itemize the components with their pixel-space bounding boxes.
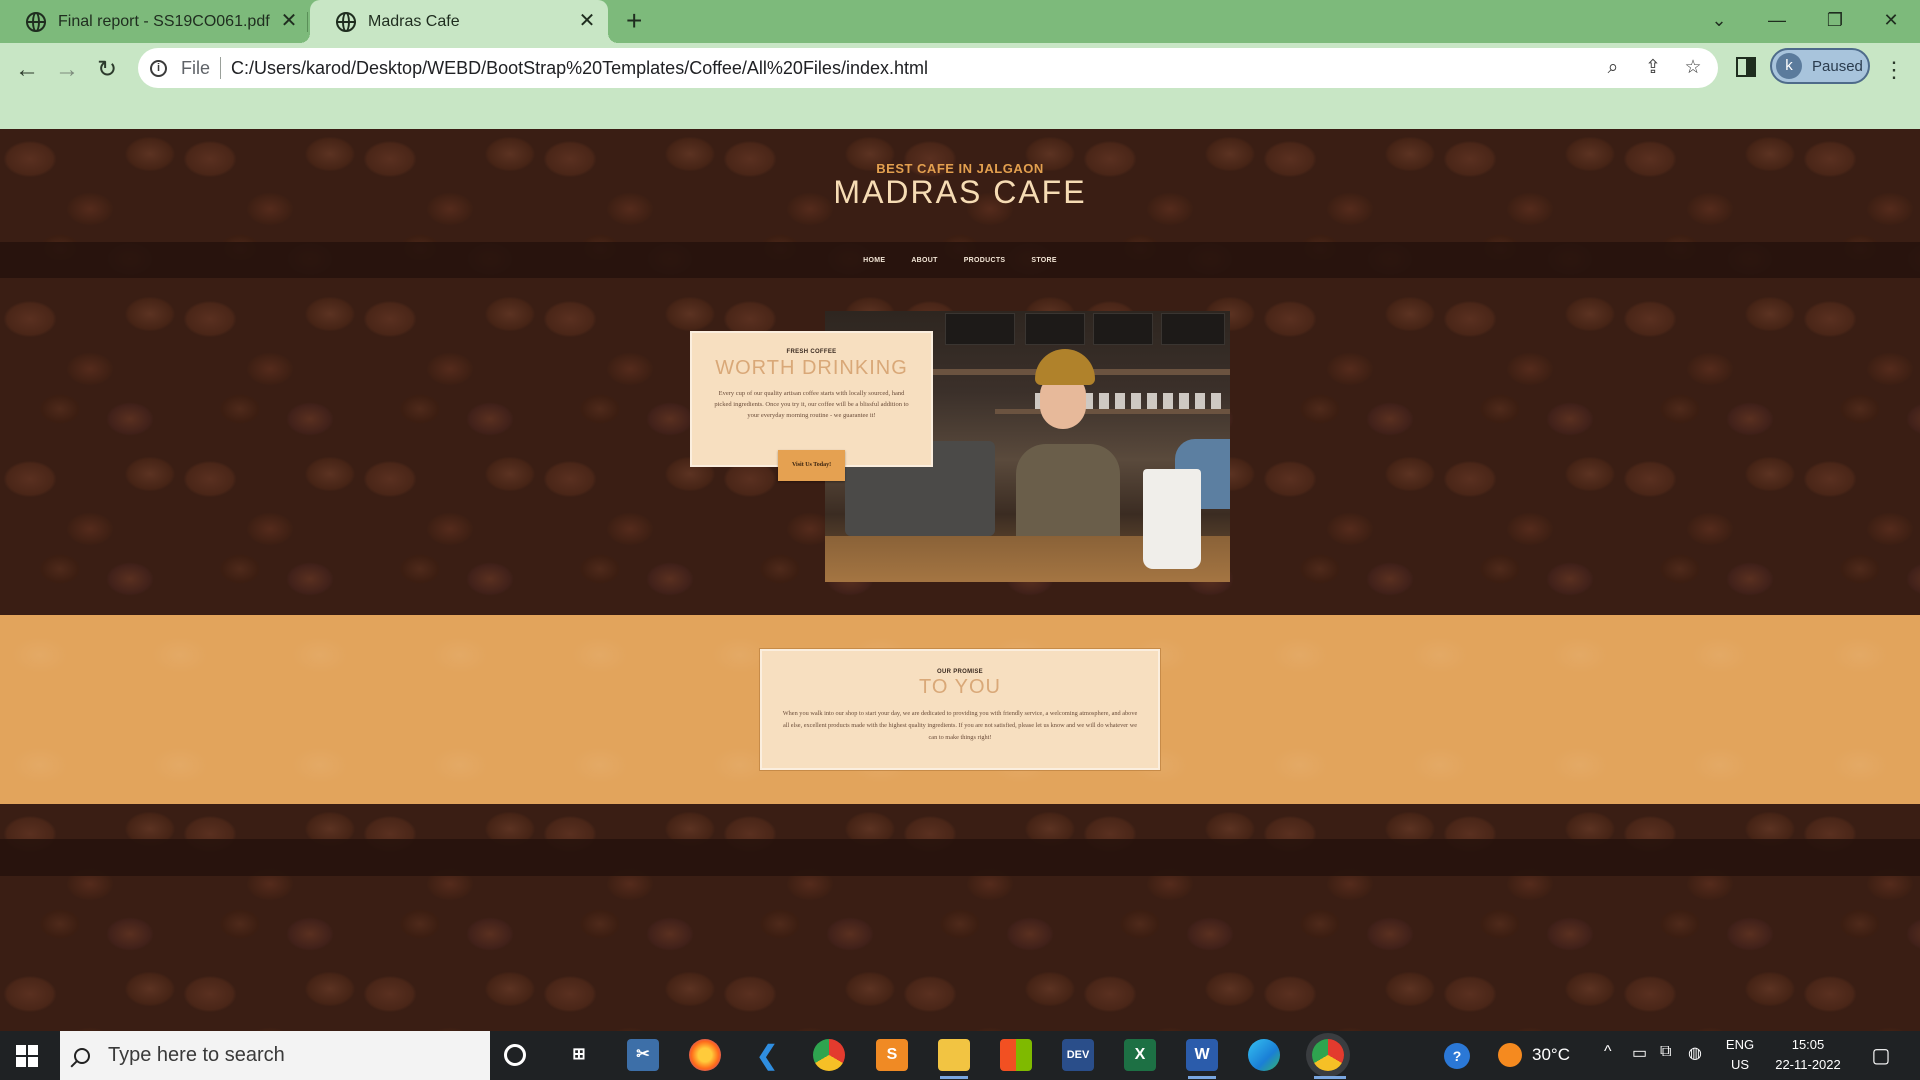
nav-store-link[interactable]: STORE [1031,257,1057,264]
promise-card: OUR PROMISE TO YOU When you walk into ou… [760,649,1160,770]
search-placeholder: Type here to search [108,1044,285,1066]
display-icon[interactable]: ⧉ [1660,1043,1671,1061]
globe-icon [26,11,46,32]
firefox-icon[interactable] [689,1039,721,1071]
tab-title: Final report - SS19CO061.pdf [58,12,270,30]
promise-body: When you walk into our shop to start you… [782,710,1138,741]
task-view-icon[interactable]: ⊞ [563,1039,595,1071]
menu-board [1093,313,1153,345]
word-icon[interactable]: W [1186,1039,1218,1071]
intro-body: Every cup of our quality artisan coffee … [714,390,909,419]
weather-sun-icon[interactable] [1498,1043,1522,1067]
main-nav: HOME ABOUT PRODUCTS STORE [0,242,1920,278]
language-bottom[interactable]: US [1720,1057,1760,1072]
tab-search-chevron-icon[interactable]: ⌄ [1690,0,1748,43]
tab-separator [307,12,308,32]
tab-strip: Final report - SS19CO061.pdf ✕ Madras Ca… [0,0,1920,43]
sublime-icon[interactable]: S [876,1039,908,1071]
edge-icon[interactable] [1248,1039,1280,1071]
close-tab-icon[interactable]: ✕ [578,11,596,31]
promise-heading: TO YOU [919,676,1001,698]
profile-button[interactable]: k Paused [1770,48,1870,84]
sweater [1016,444,1120,544]
network-globe-icon[interactable]: ◍ [1688,1043,1702,1063]
excel-icon[interactable]: X [1124,1039,1156,1071]
menu-board [1025,313,1085,345]
forward-arrow-icon[interactable]: → [49,52,85,88]
browser-menu-icon[interactable]: ⋮ [1882,52,1906,88]
minimize-button[interactable]: — [1748,0,1806,43]
snipping-tool-icon[interactable]: ✂ [627,1039,659,1071]
tab-final-report[interactable]: Final report - SS19CO061.pdf ✕ [0,0,310,43]
language-top[interactable]: ENG [1720,1037,1760,1052]
restore-button[interactable]: ❐ [1806,0,1864,43]
address-url[interactable]: C:/Users/karod/Desktop/WEBD/BootStrap%20… [231,58,928,79]
footer-band [0,839,1920,876]
nav-home-link[interactable]: HOME [863,257,885,264]
address-divider [220,57,222,79]
barista-figure [1010,349,1130,544]
file-explorer-icon[interactable] [938,1039,970,1071]
taskbar-search-box[interactable]: Type here to search [60,1031,490,1080]
bookmark-star-icon[interactable]: ☆ [1681,56,1705,80]
menu-board [1161,313,1225,345]
zoom-icon[interactable]: ⌕ [1601,56,1625,80]
nav-products-link[interactable]: PRODUCTS [964,257,1006,264]
cortana-icon[interactable] [504,1044,526,1066]
clock-time[interactable]: 15:05 [1768,1037,1848,1052]
chrome-profile-icon[interactable] [1312,1039,1344,1071]
close-tab-icon[interactable]: ✕ [280,11,298,31]
store-icon[interactable] [1000,1039,1032,1071]
windows-taskbar: Type here to search ⊞ ✂ ❮ S DEV X W ? 30… [0,1031,1920,1080]
visit-us-button[interactable]: Visit Us Today! [778,450,845,481]
active-indicator [940,1076,968,1079]
battery-icon[interactable]: ▭ [1632,1043,1647,1063]
promise-section: OUR PROMISE TO YOU When you walk into ou… [0,615,1920,804]
globe-icon [336,11,356,32]
site-info-icon[interactable]: i [150,59,167,77]
chrome-icon[interactable] [813,1039,845,1071]
address-bar[interactable]: i File C:/Users/karod/Desktop/WEBD/BootS… [138,48,1718,88]
back-arrow-icon[interactable]: ← [9,52,45,88]
nav-about-link[interactable]: ABOUT [911,257,937,264]
windows-start-icon[interactable] [16,1045,38,1067]
vscode-icon[interactable]: ❮ [751,1039,783,1071]
promise-kicker: OUR PROMISE [937,669,983,675]
intro-card: FRESH COFFEE WORTH DRINKING Every cup of… [690,331,933,467]
dev-icon[interactable]: DEV [1062,1039,1094,1071]
reload-icon[interactable]: ↻ [89,52,125,88]
profile-status: Paused [1812,57,1863,75]
notifications-icon[interactable]: ▢ [1868,1043,1894,1068]
site-title: MADRAS CAFE [833,174,1087,210]
tab-madras-cafe[interactable]: Madras Cafe ✕ [300,0,618,43]
beanie [1035,349,1095,385]
avatar: k [1776,53,1802,79]
search-icon [74,1047,90,1064]
browser-toolbar: ← → ↻ i File C:/Users/karod/Desktop/WEBD… [0,43,1920,130]
close-window-button[interactable]: ✕ [1862,0,1920,43]
side-panel-icon[interactable] [1736,57,1756,77]
intro-kicker: FRESH COFFEE [786,349,837,355]
active-indicator [1314,1076,1346,1079]
weather-temp[interactable]: 30°C [1532,1045,1570,1065]
new-tab-button[interactable]: + [626,6,642,36]
menu-board [945,313,1015,345]
intro-heading: WORTH DRINKING [715,357,908,379]
tray-chevron-icon[interactable]: ^ [1604,1043,1612,1061]
help-icon[interactable]: ? [1444,1043,1470,1069]
active-indicator [1188,1076,1216,1079]
clock-date[interactable]: 22-11-2022 [1768,1057,1848,1072]
address-scheme: File [181,57,211,78]
tab-title: Madras Cafe [368,12,460,30]
share-icon[interactable]: ⇪ [1641,56,1665,80]
coffee-cup [1143,469,1201,569]
web-page: BEST CAFE IN JALGAON MADRAS CAFE HOME AB… [0,129,1920,1031]
